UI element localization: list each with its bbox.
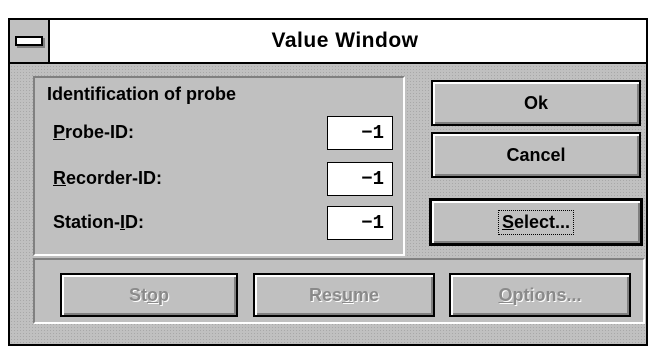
group-title: Identification of probe [47,84,236,104]
ok-button[interactable]: Ok [431,80,641,126]
cancel-button-label: Cancel [506,144,566,165]
probe-id-field[interactable]: −1 [327,116,393,150]
station-id-field[interactable]: −1 [327,206,393,240]
probe-identification-group: Identification of probe Probe-ID: −1 Rec… [33,76,405,256]
options-button-label: Options... [498,284,582,305]
probe-id-label: Probe-ID: [53,122,135,142]
stop-button[interactable]: Stop [60,273,238,317]
recorder-id-field[interactable]: −1 [327,162,393,196]
resume-button-label: Resume [308,284,380,305]
title-bar: Value Window [10,20,646,64]
system-menu-icon [15,36,43,46]
resume-button[interactable]: Resume [253,273,435,317]
select-button[interactable]: Select... [429,198,643,246]
window-title: Value Window [271,29,419,52]
station-id-label: Station-ID: [53,212,145,232]
select-button-label: Select... [497,209,575,235]
recorder-id-label: Recorder-ID: [53,168,163,188]
system-menu-button[interactable] [10,20,50,62]
stop-button-label: Stop [129,284,169,305]
cancel-button[interactable]: Cancel [431,132,641,178]
options-button[interactable]: Options... [449,273,631,317]
ok-button-label: Ok [523,92,548,113]
